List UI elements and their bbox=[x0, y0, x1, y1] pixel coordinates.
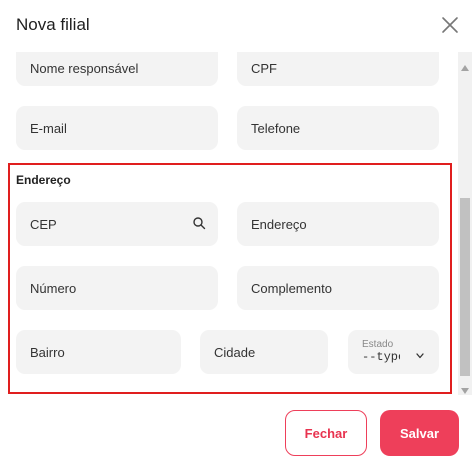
city-field[interactable]: Cidade bbox=[200, 330, 328, 374]
close-button[interactable]: Fechar bbox=[285, 410, 367, 456]
address-label: Endereço bbox=[251, 216, 307, 232]
cpf-label: CPF bbox=[251, 60, 277, 76]
city-label: Cidade bbox=[214, 344, 256, 360]
scroll-down-arrow-icon[interactable] bbox=[461, 381, 469, 394]
neighborhood-label: Bairro bbox=[30, 344, 65, 360]
email-field[interactable]: E-mail bbox=[16, 106, 218, 150]
dialog-title: Nova filial bbox=[16, 15, 90, 34]
cep-label: CEP bbox=[30, 216, 57, 232]
dialog-footer: Fechar Salvar bbox=[0, 395, 472, 466]
search-icon[interactable] bbox=[192, 216, 206, 230]
new-branch-dialog: Nova filial Nome responsável CPF E-mail … bbox=[0, 0, 472, 466]
dialog-header: Nova filial bbox=[0, 0, 472, 52]
phone-field[interactable]: Telefone bbox=[237, 106, 439, 150]
cpf-field[interactable]: CPF bbox=[237, 52, 439, 86]
state-select[interactable]: Estado --type bbox=[348, 330, 439, 374]
number-label: Número bbox=[30, 280, 77, 296]
number-field[interactable]: Número bbox=[16, 266, 218, 310]
complement-field[interactable]: Complemento bbox=[237, 266, 439, 310]
state-value: --type bbox=[362, 349, 400, 364]
close-icon[interactable] bbox=[439, 14, 461, 36]
scroll-up-arrow-icon[interactable] bbox=[461, 58, 469, 71]
neighborhood-field[interactable]: Bairro bbox=[16, 330, 181, 374]
complement-label: Complemento bbox=[251, 280, 332, 296]
scrollbar-thumb[interactable] bbox=[460, 198, 470, 376]
responsible-name-field[interactable]: Nome responsável bbox=[16, 52, 218, 86]
address-section-title: Endereço bbox=[16, 173, 71, 187]
chevron-down-icon bbox=[415, 348, 425, 359]
address-field[interactable]: Endereço bbox=[237, 202, 439, 246]
save-button[interactable]: Salvar bbox=[380, 410, 459, 456]
cep-field[interactable]: CEP bbox=[16, 202, 218, 246]
dialog-body: Nome responsável CPF E-mail Telefone End… bbox=[0, 52, 458, 395]
phone-label: Telefone bbox=[251, 120, 301, 136]
email-label: E-mail bbox=[30, 120, 67, 136]
state-label: Estado bbox=[362, 338, 394, 350]
responsible-name-label: Nome responsável bbox=[30, 60, 139, 76]
